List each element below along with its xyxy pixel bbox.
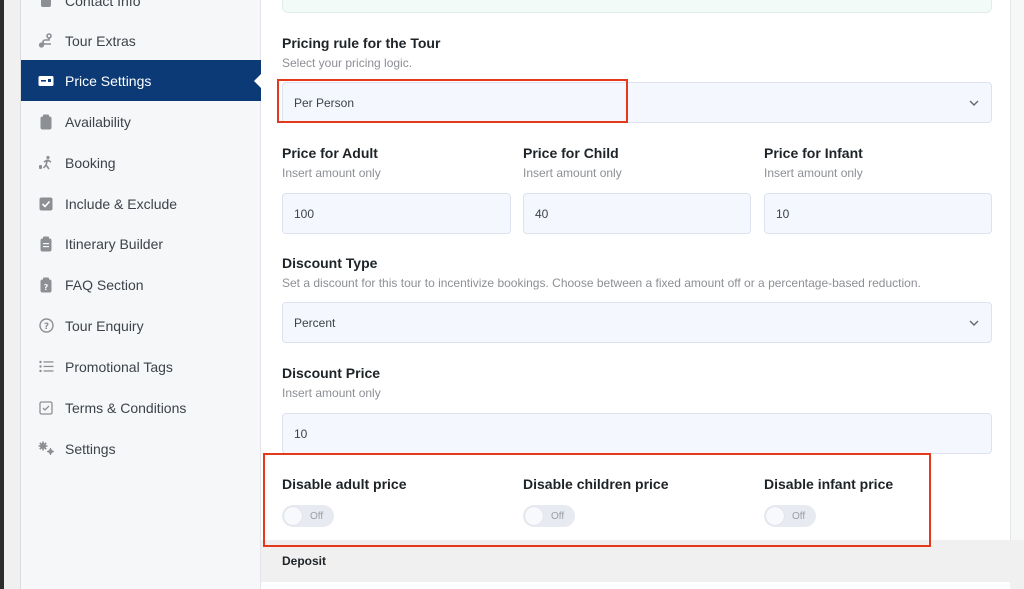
sidebar-item-faq-section[interactable]: ? FAQ Section	[21, 264, 261, 305]
deposit-section-header[interactable]: Deposit	[261, 540, 1010, 582]
toggle-knob	[284, 507, 302, 525]
child-price-label: Price for Child	[523, 145, 619, 161]
discount-price-input[interactable]: 10	[282, 413, 992, 454]
toggle-state: Off	[792, 510, 806, 522]
sidebar-item-label: FAQ Section	[65, 276, 144, 293]
toggle-knob	[525, 507, 543, 525]
sidebar-item-label: Availability	[65, 113, 131, 130]
sidebar-item-include-exclude[interactable]: Include & Exclude	[21, 183, 261, 224]
clipboard-list-icon	[37, 235, 55, 253]
sidebar-item-terms-conditions[interactable]: Terms & Conditions	[21, 387, 261, 428]
pricing-rule-select[interactable]: Per Person	[282, 82, 992, 123]
question-circle-icon: ?	[37, 317, 55, 335]
discount-type-label: Discount Type	[282, 255, 378, 271]
deposit-section-body	[261, 582, 1010, 589]
chevron-down-icon	[969, 100, 979, 106]
toggle-state: Off	[310, 510, 324, 522]
sidebar-item-promotional-tags[interactable]: Promotional Tags	[21, 346, 261, 387]
sidebar-item-price-settings[interactable]: Price Settings	[21, 60, 261, 101]
checkbox-icon	[37, 195, 55, 213]
disable-infant-toggle[interactable]: Off	[764, 505, 816, 527]
child-price-value: 40	[535, 206, 549, 221]
pricing-rule-value: Per Person	[294, 95, 355, 110]
child-price-input[interactable]: 40	[523, 193, 751, 234]
sidebar-item-availability[interactable]: Availability	[21, 101, 261, 142]
sidebar-item-label: Itinerary Builder	[65, 235, 164, 252]
infant-price-input[interactable]: 10	[764, 193, 992, 234]
price-settings-panel: Pricing rule for the Tour Select your pr…	[261, 0, 1010, 540]
sidebar-item-contact-info[interactable]: Contact Info	[21, 0, 261, 21]
infant-price-value: 10	[776, 206, 790, 221]
infant-price-hint: Insert amount only	[764, 166, 863, 180]
scrollbar[interactable]	[1010, 0, 1024, 540]
adult-price-input[interactable]: 100	[282, 193, 511, 234]
discount-price-value: 10	[294, 426, 308, 441]
disable-children-label: Disable children price	[523, 476, 669, 492]
sidebar-item-label: Contact Info	[65, 0, 141, 9]
list-icon	[37, 358, 55, 376]
pricing-rule-label: Pricing rule for the Tour	[282, 35, 441, 51]
discount-type-hint: Set a discount for this tour to incentiv…	[282, 276, 921, 290]
discount-type-value: Percent	[294, 315, 336, 330]
discount-price-label: Discount Price	[282, 365, 381, 381]
clipboard-question-icon: ?	[37, 276, 55, 294]
check-square-icon	[37, 399, 55, 417]
toggle-knob	[766, 507, 784, 525]
route-icon	[37, 32, 55, 50]
sidebar-item-label: Include & Exclude	[65, 195, 178, 212]
child-price-hint: Insert amount only	[523, 166, 622, 180]
svg-text:?: ?	[44, 283, 49, 292]
sidebar-item-label: Price Settings	[65, 72, 152, 89]
discount-price-hint: Insert amount only	[282, 386, 381, 400]
sidebar-item-label: Terms & Conditions	[65, 399, 187, 416]
sidebar-item-tour-enquiry[interactable]: ? Tour Enquiry	[21, 305, 261, 346]
contact-icon	[37, 0, 55, 10]
sidebar-item-label: Settings	[65, 440, 116, 457]
adult-price-value: 100	[294, 206, 315, 221]
adult-price-hint: Insert amount only	[282, 166, 381, 180]
walking-person-icon	[37, 154, 55, 172]
sidebar-item-label: Tour Extras	[65, 32, 136, 49]
sidebar-item-settings[interactable]: Settings	[21, 428, 261, 469]
sidebar-item-booking[interactable]: Booking	[21, 142, 261, 183]
chevron-down-icon	[969, 320, 979, 326]
window-edge	[0, 0, 21, 589]
sidebar-item-tour-extras[interactable]: Tour Extras	[21, 20, 261, 61]
sidebar-item-label: Booking	[65, 154, 116, 171]
disable-children-toggle[interactable]: Off	[523, 505, 575, 527]
sidebar: Contact Info Tour Extras Price Settings …	[21, 0, 261, 589]
price-card-icon	[37, 72, 55, 90]
sidebar-item-label: Tour Enquiry	[65, 317, 144, 334]
disable-infant-label: Disable infant price	[764, 476, 894, 492]
sidebar-item-label: Promotional Tags	[65, 358, 173, 375]
sidebar-item-itinerary-builder[interactable]: Itinerary Builder	[21, 223, 261, 264]
disable-adult-toggle[interactable]: Off	[282, 505, 334, 527]
adult-price-label: Price for Adult	[282, 145, 378, 161]
disable-adult-label: Disable adult price	[282, 476, 407, 492]
infant-price-label: Price for Infant	[764, 145, 863, 161]
clipboard-icon	[37, 113, 55, 131]
gears-icon	[37, 440, 55, 458]
discount-type-select[interactable]: Percent	[282, 302, 992, 343]
toggle-state: Off	[551, 510, 565, 522]
info-box	[282, 0, 992, 13]
pricing-rule-hint: Select your pricing logic.	[282, 56, 413, 70]
deposit-label: Deposit	[282, 554, 327, 568]
svg-text:?: ?	[43, 322, 48, 332]
